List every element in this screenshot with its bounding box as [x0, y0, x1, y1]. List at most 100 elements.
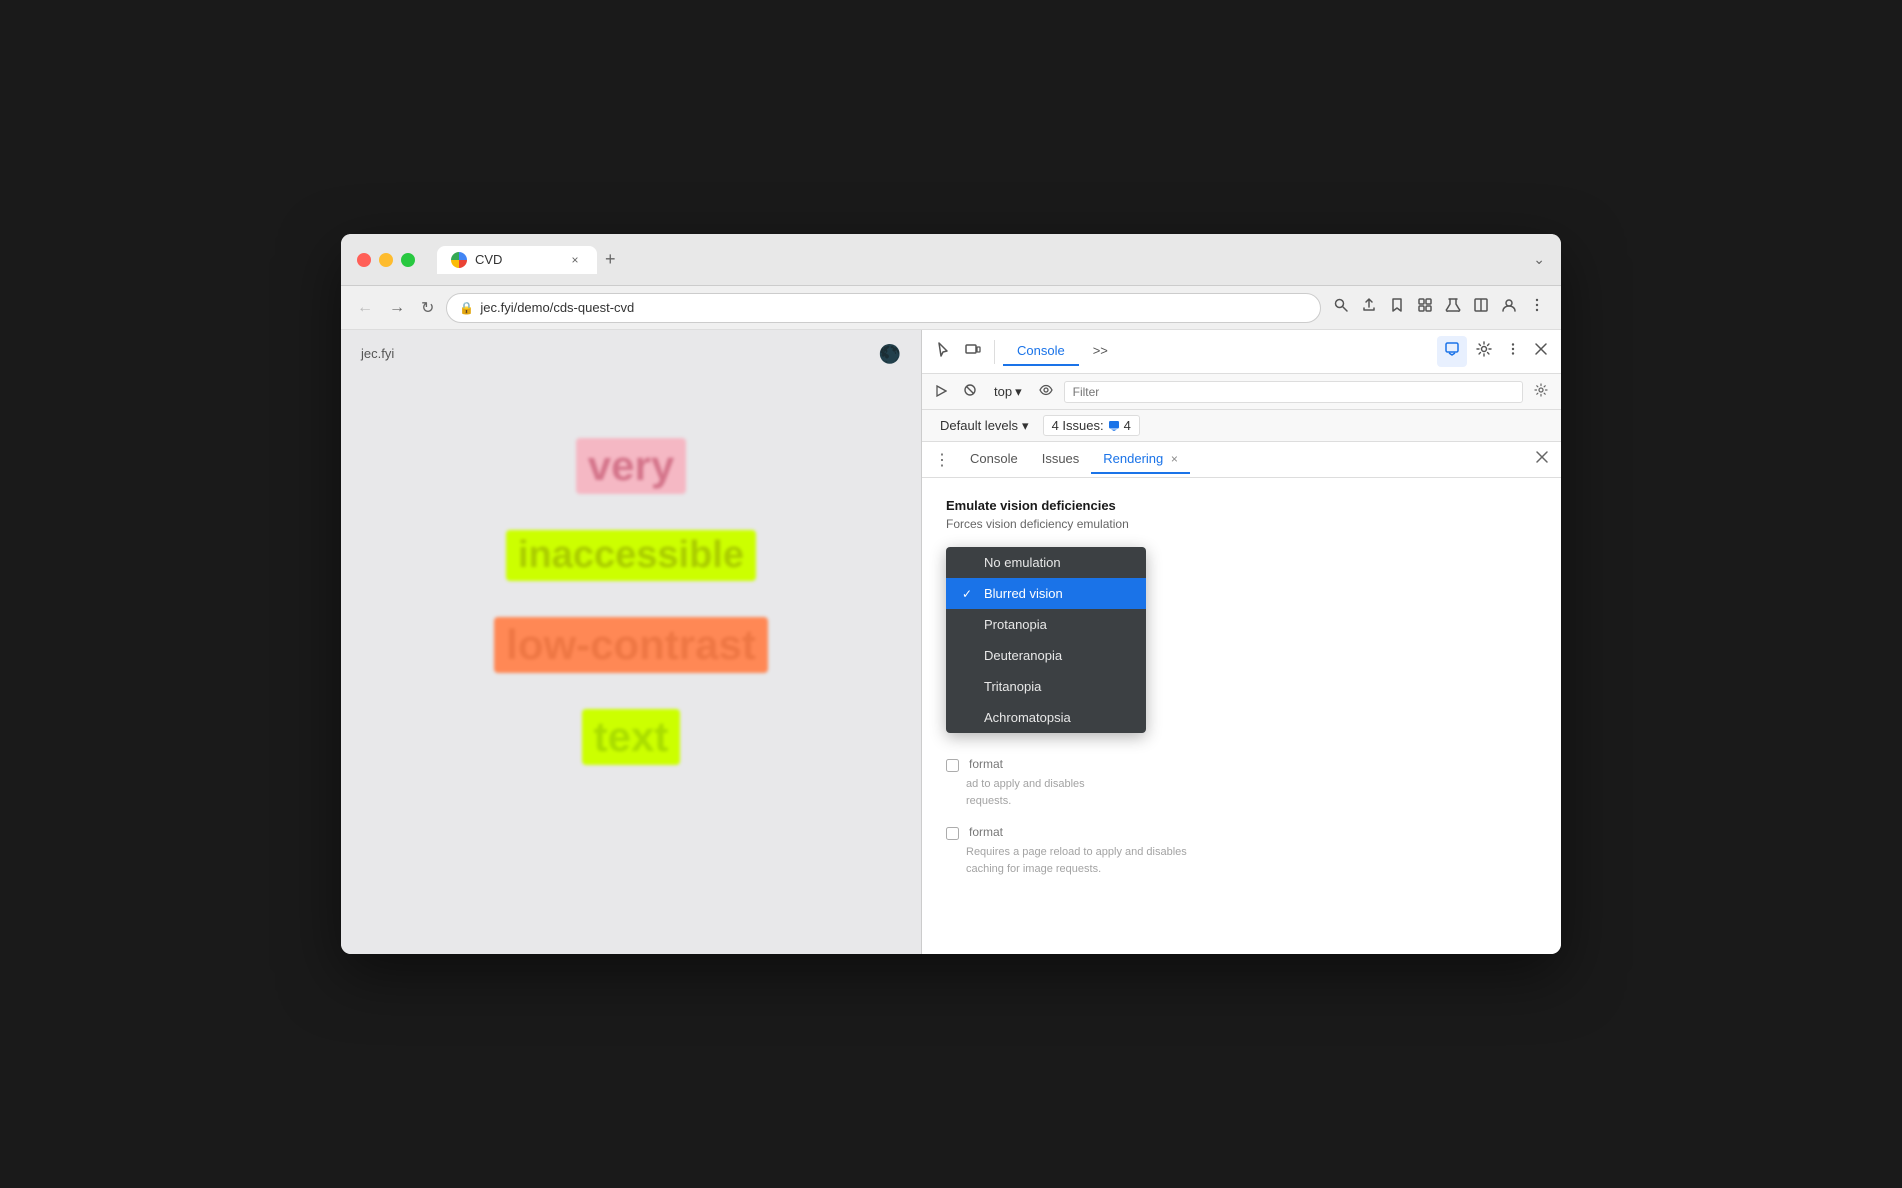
devtools-message-button[interactable]: [1437, 336, 1467, 367]
dropdown-item-no-emulation[interactable]: No emulation: [946, 547, 1146, 578]
lock-icon: 🔒: [459, 301, 474, 315]
checkbox-1[interactable]: [946, 759, 959, 772]
console-rendering-tab[interactable]: Console: [958, 445, 1030, 474]
console-play-button[interactable]: [930, 381, 952, 403]
devtools-settings-button[interactable]: [1471, 336, 1497, 367]
address-bar: ← → ↻ 🔒 jec.fyi/demo/cds-quest-cvd: [341, 286, 1561, 330]
share-button[interactable]: [1357, 293, 1381, 322]
rendering-tab-close[interactable]: ×: [1171, 452, 1178, 466]
default-levels-button[interactable]: Default levels ▾: [934, 416, 1035, 436]
bookmark-icon: [1389, 297, 1405, 313]
protanopia-label: Protanopia: [984, 617, 1047, 632]
profile-icon: [1501, 297, 1517, 313]
page-content: jec.fyi 🌑 very inaccessible low-contrast…: [341, 330, 921, 954]
tab-close-button[interactable]: ×: [567, 252, 583, 268]
checkbox-row-2: format: [946, 825, 1537, 840]
vertical-dots-icon: [1506, 342, 1520, 356]
three-dots-icon: [1529, 297, 1545, 313]
issues-rendering-tab[interactable]: Issues: [1030, 445, 1092, 474]
devtools-filterbar: top ▾: [922, 374, 1561, 410]
no-emulation-label: No emulation: [984, 555, 1061, 570]
main-area: jec.fyi 🌑 very inaccessible low-contrast…: [341, 330, 1561, 954]
profile-button[interactable]: [1497, 293, 1521, 322]
context-arrow: ▾: [1015, 384, 1022, 400]
issues-label: 4 Issues:: [1052, 418, 1104, 433]
devtools-more-button[interactable]: [1501, 336, 1525, 367]
devtools-issuesbar: Default levels ▾ 4 Issues: 4: [922, 410, 1561, 442]
blurred-vision-checkmark: ✓: [962, 587, 976, 601]
issues-message-icon: [1108, 420, 1120, 432]
bookmark-button[interactable]: [1385, 293, 1409, 322]
maximize-window-button[interactable]: [401, 253, 415, 267]
lab-icon: [1445, 297, 1461, 313]
tab-list-chevron[interactable]: ⌄: [1533, 251, 1545, 268]
refresh-button[interactable]: ↻: [417, 294, 438, 322]
dropdown-item-protanopia[interactable]: Protanopia: [946, 609, 1146, 640]
issues-count: 4: [1124, 418, 1131, 433]
forward-button[interactable]: →: [385, 295, 409, 321]
close-all-icon: [1535, 450, 1549, 464]
url-bar[interactable]: 🔒 jec.fyi/demo/cds-quest-cvd: [446, 293, 1321, 323]
dropdown-item-deuteranopia[interactable]: Deuteranopia: [946, 640, 1146, 671]
console-filter-input[interactable]: [1064, 381, 1523, 403]
extensions-button[interactable]: [1413, 293, 1437, 322]
console-main-tab[interactable]: Console: [1003, 337, 1079, 366]
issues-badge: 4 Issues: 4: [1043, 415, 1140, 436]
checkbox-2[interactable]: [946, 827, 959, 840]
devtools-main-tabs: Console >>: [1003, 337, 1122, 366]
clear-console-button[interactable]: [958, 380, 982, 403]
search-icon: [1333, 297, 1349, 313]
demo-word-lowcontrast: low-contrast: [494, 617, 768, 673]
dropdown-item-achromatopsia[interactable]: Achromatopsia: [946, 702, 1146, 733]
checkbox-1-desc: ad to apply and disablesrequests.: [966, 776, 1537, 809]
live-expressions-button[interactable]: [1034, 380, 1058, 403]
demo-word-text: text: [582, 709, 681, 765]
dropdown-item-tritanopia[interactable]: Tritanopia: [946, 671, 1146, 702]
search-toolbar-button[interactable]: [1329, 293, 1353, 322]
back-button[interactable]: ←: [353, 295, 377, 321]
browser-tab[interactable]: CVD ×: [437, 246, 597, 274]
eye-icon: [1039, 383, 1053, 397]
checkbox-section-1: format ad to apply and disablesrequests.: [946, 757, 1537, 809]
block-icon: [963, 383, 977, 397]
tab-bar: CVD × +: [437, 246, 1521, 274]
minimize-window-button[interactable]: [379, 253, 393, 267]
rendering-tab[interactable]: Rendering ×: [1091, 445, 1190, 474]
more-tabs-button[interactable]: >>: [1079, 337, 1122, 366]
devtools-close-button[interactable]: [1529, 336, 1553, 367]
demo-word-very: very: [576, 438, 686, 494]
tab-favicon: [451, 252, 467, 268]
traffic-lights: [357, 253, 415, 267]
levels-arrow: ▾: [1022, 418, 1029, 434]
split-view-button[interactable]: [1469, 293, 1493, 322]
achromatopsia-label: Achromatopsia: [984, 710, 1071, 725]
context-label: top: [994, 384, 1012, 399]
dropdown-item-blurred-vision[interactable]: ✓ Blurred vision: [946, 578, 1146, 609]
lab-button[interactable]: [1441, 293, 1465, 322]
filter-settings-button[interactable]: [1529, 380, 1553, 403]
split-icon: [1473, 297, 1489, 313]
close-all-button[interactable]: [1527, 446, 1557, 473]
filter-gear-icon: [1534, 383, 1548, 397]
emulation-section-desc: Forces vision deficiency emulation: [946, 517, 1537, 531]
title-bar: CVD × + ⌄: [341, 234, 1561, 286]
new-tab-button[interactable]: +: [597, 249, 624, 270]
devtools-topbar: Console >>: [922, 330, 1561, 374]
demo-word-inaccessible: inaccessible: [506, 530, 756, 581]
browser-menu-button[interactable]: [1525, 293, 1549, 322]
browser-window: CVD × + ⌄ ← → ↻ 🔒 jec.fyi/demo/cds-quest…: [341, 234, 1561, 954]
message-icon: [1445, 342, 1459, 356]
close-devtools-icon: [1534, 342, 1548, 356]
topbar-separator: [994, 340, 995, 364]
blurred-vision-label: Blurred vision: [984, 586, 1063, 601]
checkbox-section-2: format Requires a page reload to apply a…: [946, 825, 1537, 877]
inspect-element-button[interactable]: [930, 336, 956, 367]
context-selector[interactable]: top ▾: [988, 381, 1028, 403]
emulation-dropdown[interactable]: No emulation ✓ Blurred vision Protanopia: [946, 547, 1146, 733]
close-window-button[interactable]: [357, 253, 371, 267]
emulation-dropdown-wrapper: No emulation ✓ Blurred vision Protanopia: [946, 547, 1146, 733]
device-mode-button[interactable]: [960, 336, 986, 367]
tab-menu-dots[interactable]: ⋮: [926, 446, 958, 474]
levels-label: Default levels: [940, 418, 1018, 433]
share-icon: [1361, 297, 1377, 313]
